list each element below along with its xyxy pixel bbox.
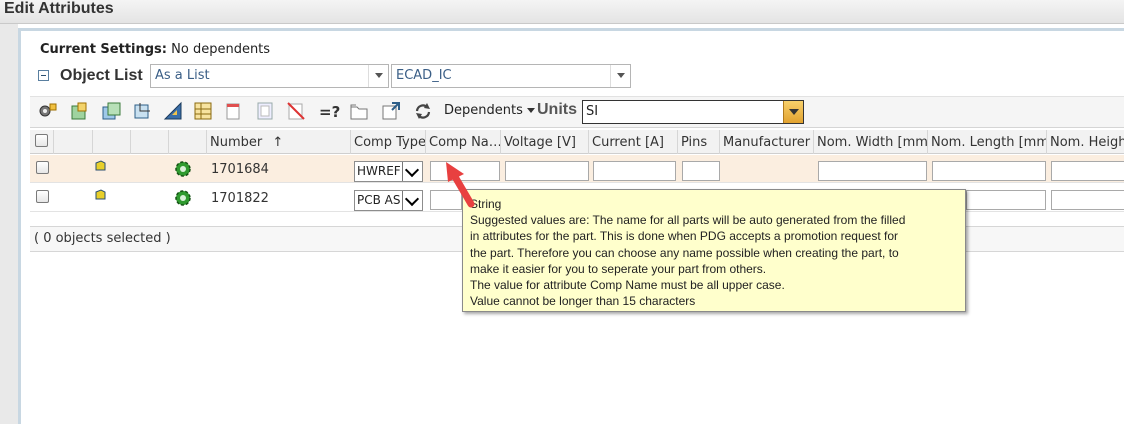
delete-icon[interactable]: [222, 100, 244, 122]
refresh-icon[interactable]: [412, 100, 434, 122]
add-icon[interactable]: [68, 100, 90, 122]
window-title: Edit Attributes: [4, 0, 114, 17]
gear-icon[interactable]: [174, 160, 192, 178]
select-all-checkbox[interactable]: [35, 134, 48, 147]
object-type-value: ECAD_IC: [396, 68, 452, 83]
units-label: Units: [537, 101, 577, 118]
tooltip-line: the part. Therefore you can choose any n…: [470, 245, 899, 260]
collapse-toggle-icon[interactable]: [38, 70, 49, 81]
chevron-down-icon[interactable]: [402, 191, 422, 210]
view-mode-select[interactable]: As a List: [150, 64, 389, 88]
configure-icon[interactable]: [36, 100, 58, 122]
dependents-menu[interactable]: Dependents: [444, 103, 535, 118]
column-header-voltage[interactable]: Voltage [V]: [501, 130, 589, 154]
header-cell-blank: [169, 130, 207, 154]
comp-type-select[interactable]: HWREF: [354, 161, 423, 182]
folder-icon[interactable]: [348, 100, 370, 122]
part-number: 1701822: [211, 191, 269, 206]
tooltip-line: Value cannot be longer than 15 character…: [470, 294, 696, 309]
part-icon: [95, 160, 106, 171]
relate-icon[interactable]: [132, 100, 154, 122]
chevron-down-icon[interactable]: [610, 65, 630, 87]
comp-name-tooltip: String Suggested values are: The name fo…: [462, 189, 966, 312]
column-header-manufacturer[interactable]: Manufacturer: [720, 130, 814, 154]
view-mode-value: As a List: [155, 68, 210, 83]
copy-icon[interactable]: [254, 100, 276, 122]
nom-height-input[interactable]: [1051, 190, 1124, 210]
column-header-nom-height[interactable]: Nom. Height: [1047, 130, 1124, 154]
nom-length-input[interactable]: [966, 190, 1046, 210]
nom-length-input[interactable]: [932, 161, 1046, 181]
column-header-comp-name[interactable]: Comp Na…: [426, 130, 501, 154]
pins-input[interactable]: [682, 161, 720, 181]
tooltip-line: Suggested values are: The name for all p…: [470, 213, 906, 228]
triangle-ruler-icon[interactable]: [162, 100, 184, 122]
part-icon: [95, 189, 106, 200]
add-multiple-icon[interactable]: [100, 100, 122, 122]
tooltip-line: make it easier for you to seperate your …: [470, 261, 767, 276]
nom-height-input[interactable]: [1051, 161, 1124, 181]
annotation-arrow-icon: [446, 162, 475, 208]
object-type-select[interactable]: ECAD_IC: [391, 64, 631, 88]
header-cell-blank: [54, 130, 93, 154]
object-list-title: Object List: [60, 67, 143, 84]
caret-down-icon: [526, 108, 535, 113]
sort-arrow-icon: ↑: [272, 135, 284, 150]
column-header-current[interactable]: Current [A]: [589, 130, 678, 154]
current-settings-label: Current Settings:: [40, 42, 167, 57]
selection-count: ( 0 objects selected ): [34, 231, 171, 246]
gear-icon[interactable]: [174, 189, 192, 207]
column-header-nom-width[interactable]: Nom. Width [mm]: [814, 130, 928, 154]
export-icon[interactable]: [380, 100, 402, 122]
row-checkbox[interactable]: [36, 161, 49, 174]
column-header-pins[interactable]: Pins: [678, 130, 720, 154]
header-cell-blank: [131, 130, 169, 154]
chevron-down-icon[interactable]: [402, 162, 422, 181]
comp-type-select[interactable]: PCB AS: [354, 190, 423, 211]
query-icon[interactable]: =?: [318, 100, 340, 122]
svg-text:=?: =?: [319, 103, 340, 121]
window-titlebar: Edit Attributes: [0, 0, 1124, 24]
left-gutter: [0, 24, 18, 424]
row-checkbox[interactable]: [36, 190, 49, 203]
column-header-nom-length[interactable]: Nom. Length [mm]: [928, 130, 1047, 154]
dependents-label: Dependents: [444, 103, 523, 118]
header-select-all-cell: [30, 130, 54, 154]
chevron-down-icon[interactable]: [368, 65, 388, 87]
clear-icon[interactable]: [285, 100, 307, 122]
tooltip-line: The value for attribute Comp Name must b…: [470, 278, 785, 293]
chevron-down-icon[interactable]: [783, 101, 803, 123]
current-input[interactable]: [593, 161, 676, 181]
column-header-label: Number: [210, 135, 263, 150]
comp-type-value: PCB AS: [357, 193, 401, 207]
nom-width-input[interactable]: [818, 161, 927, 181]
voltage-input[interactable]: [505, 161, 589, 181]
current-settings-value: No dependents: [171, 42, 271, 57]
tooltip-line: in attributes for the part. This is done…: [470, 229, 898, 244]
current-settings: Current Settings: No dependents: [40, 42, 270, 57]
header-cell-blank: [93, 130, 131, 154]
units-select[interactable]: SI: [582, 100, 804, 124]
units-value: SI: [586, 104, 599, 119]
table-icon[interactable]: [192, 100, 214, 122]
part-number: 1701684: [211, 162, 269, 177]
column-header-comp-type[interactable]: Comp Type: [351, 130, 426, 154]
column-header-number[interactable]: Number ↑: [207, 130, 351, 154]
tooltip-line: String: [470, 197, 502, 211]
comp-type-value: HWREF: [357, 164, 401, 178]
